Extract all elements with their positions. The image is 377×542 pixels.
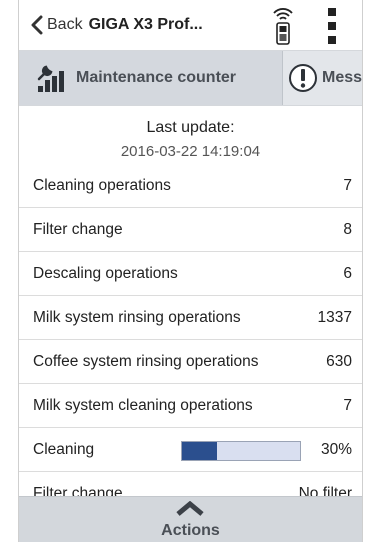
tab-label: Mess (322, 69, 362, 86)
back-label: Back (47, 16, 83, 33)
counter-value: 6 (343, 264, 352, 282)
exclamation-circle-icon (289, 64, 317, 92)
counter-value: 8 (343, 220, 352, 238)
progress-label: Cleaning (33, 440, 95, 458)
list-item: Cleaning operations 7 (19, 164, 362, 208)
device-title: GIGA X3 Prof... (88, 16, 203, 33)
counter-value: 7 (343, 176, 352, 194)
app-screen: Back GIGA X3 Prof... Maintenance counter… (18, 0, 363, 542)
maintenance-chart-icon (37, 65, 64, 92)
chevron-left-icon (31, 15, 43, 35)
list-item: Milk system cleaning operations 7 (19, 384, 362, 428)
tab-label: Maintenance counter (76, 69, 237, 86)
list-item: Filter change No filter (19, 472, 362, 497)
counter-label: Coffee system rinsing operations (33, 352, 259, 370)
counter-label: Milk system rinsing operations (33, 308, 241, 326)
last-update-label: Last update: (146, 119, 235, 136)
tab-bar: Maintenance counter Mess (19, 50, 362, 106)
maintenance-content[interactable]: Last update: 2016-03-22 14:19:04 Cleanin… (19, 106, 362, 496)
progress-fill (182, 442, 218, 460)
tab-maintenance-counter[interactable]: Maintenance counter (19, 51, 282, 105)
actions-label: Actions (161, 522, 220, 539)
list-item: Milk system rinsing operations 1337 (19, 296, 362, 340)
chevron-up-icon (176, 501, 204, 516)
top-bar: Back GIGA X3 Prof... (19, 0, 362, 50)
more-options-icon[interactable] (328, 6, 338, 46)
actions-button[interactable]: Actions (19, 496, 362, 542)
counter-label: Filter change (33, 220, 123, 238)
tab-messages[interactable]: Mess (283, 51, 362, 105)
progress-value: 30% (320, 440, 352, 458)
counter-label: Cleaning operations (33, 176, 171, 194)
counter-label: Descaling operations (33, 264, 178, 282)
progress-label: Filter change (33, 484, 123, 497)
list-item: Coffee system rinsing operations 630 (19, 340, 362, 384)
wireless-device-icon[interactable] (272, 4, 294, 46)
list-item: Filter change 8 (19, 208, 362, 252)
cleaning-progress-bar (181, 441, 301, 461)
last-update-timestamp: 2016-03-22 14:19:04 (120, 143, 261, 160)
back-button[interactable]: Back GIGA X3 Prof... (31, 13, 203, 37)
counter-label: Milk system cleaning operations (33, 396, 253, 414)
counter-value: 1337 (317, 308, 352, 326)
progress-value: No filter (298, 484, 352, 497)
counter-value: 630 (326, 352, 352, 370)
list-item: Descaling operations 6 (19, 252, 362, 296)
counter-value: 7 (343, 396, 352, 414)
list-item: Cleaning 30% (19, 428, 362, 472)
